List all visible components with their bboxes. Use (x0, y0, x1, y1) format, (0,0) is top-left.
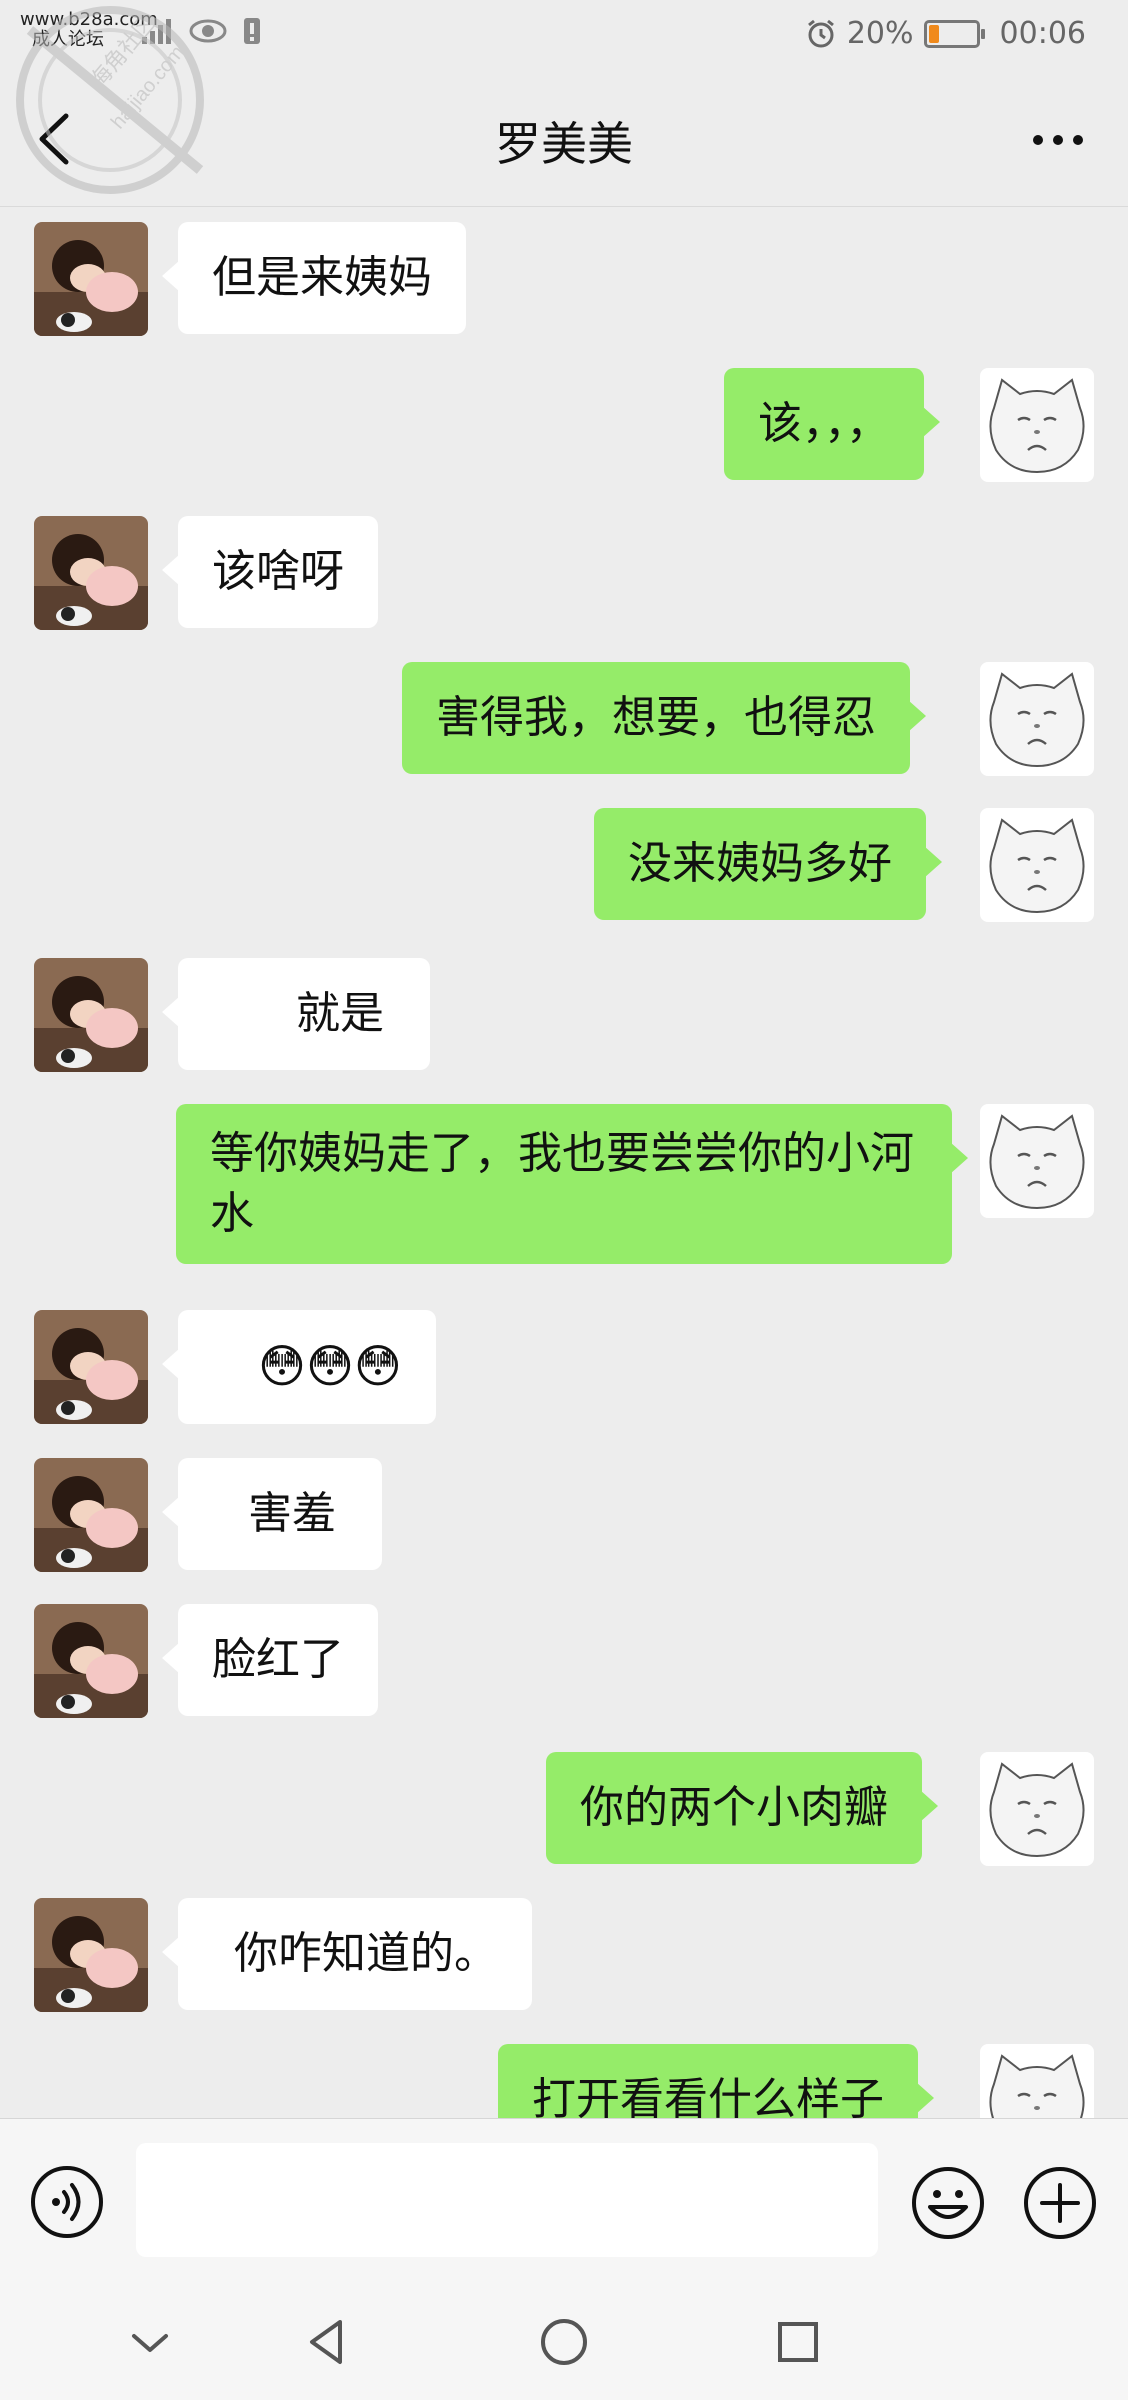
message-bubble-incoming[interactable]: 脸红了 (162, 1604, 378, 1716)
contact-avatar[interactable] (34, 1458, 148, 1572)
message-bubble-incoming[interactable]: 你咋知道的。 (162, 1898, 532, 2010)
message-bubble-incoming[interactable]: 害羞 (162, 1458, 382, 1570)
message-input[interactable] (136, 2143, 878, 2257)
chat-header: 罗美美 (0, 70, 1128, 207)
message-bubble-incoming[interactable]: 但是来姨妈 (162, 222, 466, 334)
status-icons-left (140, 16, 262, 46)
my-avatar[interactable] (980, 2044, 1094, 2118)
contact-avatar[interactable] (34, 516, 148, 630)
alert-icon (244, 18, 260, 44)
battery-icon (923, 19, 985, 48)
message-bubble-outgoing[interactable]: 你的两个小肉瓣 (546, 1752, 938, 1864)
message-bubble-outgoing[interactable]: 没来姨妈多好 (594, 808, 942, 920)
contact-avatar[interactable] (34, 958, 148, 1072)
message-bubble-outgoing[interactable]: 该，，， (724, 368, 940, 480)
my-avatar[interactable] (980, 662, 1094, 776)
clock: 00:06 (999, 16, 1086, 51)
message-bubble-outgoing[interactable]: 打开看看什么样子 (498, 2044, 934, 2118)
battery-fill (928, 24, 939, 43)
blush-emoji-icon: 😳😳😳 (258, 1339, 402, 1393)
site-watermark-text: www.b28a.com 成人论坛 (20, 10, 158, 50)
plus-icon[interactable] (1022, 2165, 1098, 2241)
message-bubble-outgoing[interactable]: 害得我，想要，也得忍 (402, 662, 926, 774)
my-avatar[interactable] (980, 368, 1094, 482)
more-dots-icon[interactable] (1018, 120, 1098, 160)
my-avatar[interactable] (980, 1104, 1094, 1218)
system-nav-bar (0, 2278, 1128, 2400)
message-bubble-incoming[interactable]: 就是 (162, 958, 430, 1070)
emoji-icon[interactable] (910, 2165, 986, 2241)
site-url: www.b28a.com (20, 9, 158, 30)
message-bubble-incoming[interactable]: 😳😳😳 (162, 1310, 436, 1424)
recents-square-icon[interactable] (768, 2312, 828, 2372)
my-avatar[interactable] (980, 1752, 1094, 1866)
input-bar (0, 2118, 1128, 2279)
signal-icon (142, 19, 171, 44)
back-triangle-icon[interactable] (298, 2312, 358, 2372)
alarm-icon (807, 19, 834, 47)
contact-avatar[interactable] (34, 1604, 148, 1718)
collapse-icon[interactable] (120, 2312, 180, 2372)
home-circle-icon[interactable] (534, 2312, 594, 2372)
contact-avatar[interactable] (34, 1898, 148, 2012)
chat-title: 罗美美 (495, 117, 633, 171)
site-name: 成人论坛 (32, 29, 104, 50)
status-bar: www.b28a.com 成人论坛 20% 00:06 (0, 0, 1128, 70)
message-bubble-outgoing[interactable]: 等你姨妈走了，我也要尝尝你的小河水 (176, 1104, 968, 1264)
message-bubble-incoming[interactable]: 该啥呀 (162, 516, 378, 628)
contact-avatar[interactable] (34, 1310, 148, 1424)
battery-percent: 20% (846, 16, 914, 51)
message-list[interactable]: 但是来姨妈 该，，， 该啥呀 害得我，想要，也得忍 没来姨妈多好 就是 等你姨妈… (0, 206, 1128, 2118)
status-icons-right: 20% 00:06 (805, 16, 1086, 51)
contact-avatar[interactable] (34, 222, 148, 336)
eye-icon (189, 19, 227, 43)
voice-icon[interactable] (30, 2165, 104, 2239)
my-avatar[interactable] (980, 808, 1094, 922)
